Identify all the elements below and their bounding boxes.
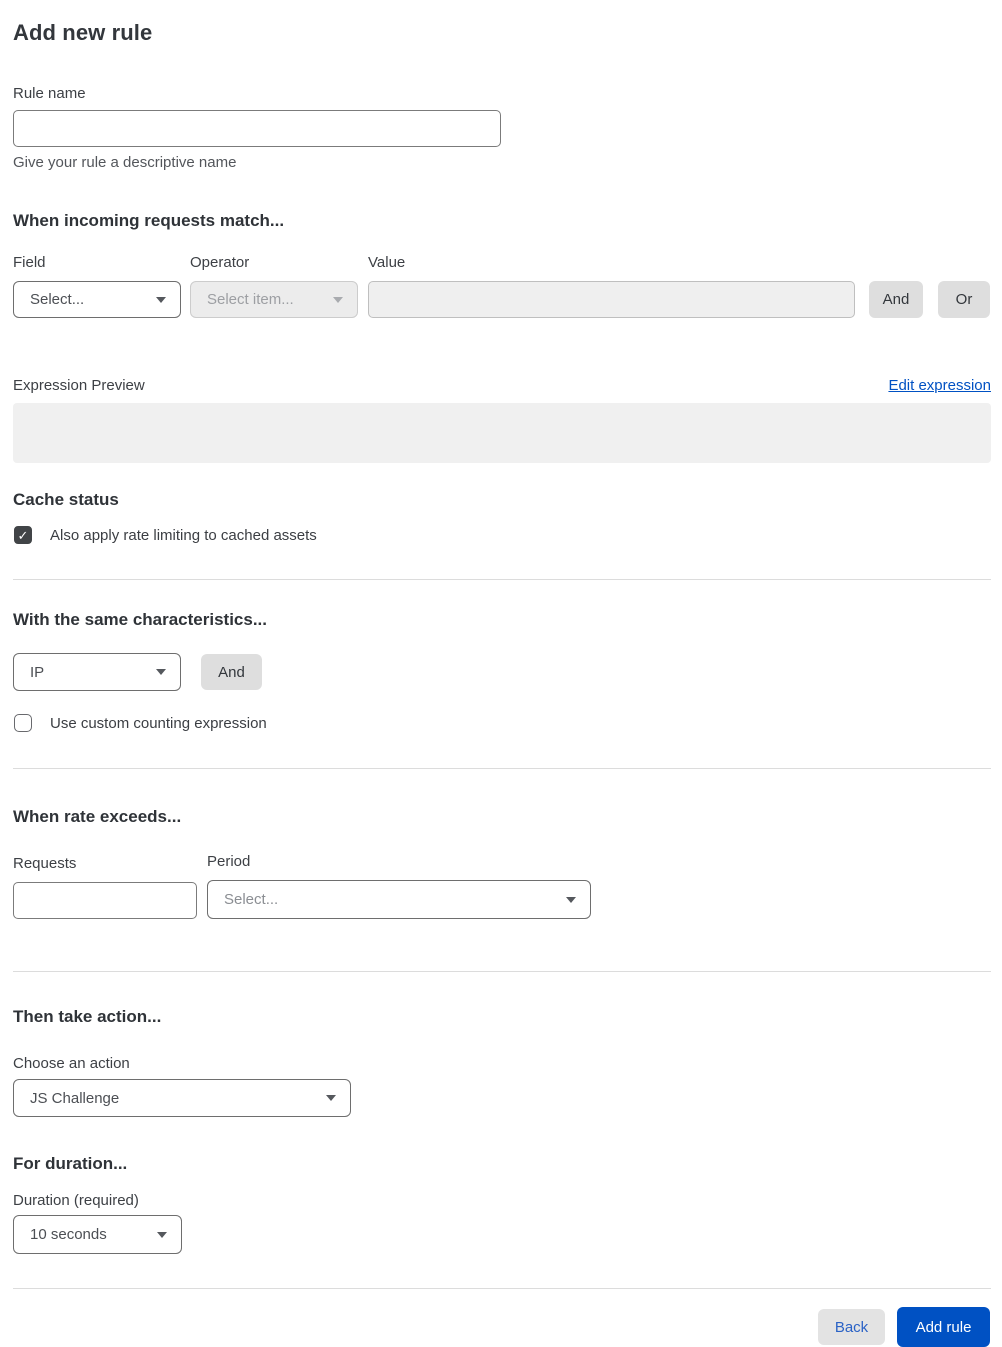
field-select-value: Select... (30, 291, 85, 308)
expression-preview-label: Expression Preview (13, 377, 145, 394)
operator-label: Operator (190, 254, 250, 271)
add-rule-button[interactable]: Add rule (897, 1307, 990, 1347)
duration-heading: For duration... (13, 1154, 128, 1173)
cached-assets-checkbox[interactable]: ✓ (14, 526, 32, 544)
duration-label: Duration (required) (13, 1192, 139, 1209)
requests-input[interactable] (13, 882, 197, 919)
chevron-down-icon (156, 296, 166, 303)
value-label: Value (368, 254, 406, 271)
section-divider (13, 579, 991, 580)
rule-name-label: Rule name (13, 85, 86, 102)
chevron-down-icon (333, 296, 343, 303)
operator-select-value: Select item... (207, 291, 294, 308)
field-select[interactable]: Select... (13, 281, 181, 318)
page-title: Add new rule (13, 20, 153, 45)
rate-heading: When rate exceeds... (13, 807, 182, 826)
edit-expression-link[interactable]: Edit expression (888, 377, 991, 394)
chevron-down-icon (156, 669, 166, 675)
counting-expression-row: Use custom counting expression (13, 714, 991, 732)
chevron-down-icon (157, 1231, 167, 1238)
rule-name-input[interactable] (13, 110, 501, 147)
custom-counting-checkbox[interactable] (14, 714, 32, 732)
characteristics-row: IP And (13, 653, 991, 691)
rule-name-helper: Give your rule a descriptive name (13, 154, 237, 171)
action-select[interactable]: JS Challenge (13, 1079, 351, 1117)
characteristic-select-value: IP (30, 663, 45, 681)
requests-label: Requests (13, 855, 77, 872)
operator-select: Select item... (190, 281, 358, 318)
section-divider (13, 768, 991, 769)
footer-divider (13, 1288, 991, 1289)
chevron-down-icon (566, 896, 576, 903)
cache-checkbox-row: ✓ Also apply rate limiting to cached ass… (13, 526, 991, 544)
choose-action-label: Choose an action (13, 1055, 130, 1072)
characteristics-heading: With the same characteristics... (13, 610, 268, 629)
add-characteristic-button[interactable]: And (201, 654, 262, 690)
expression-preview-box (13, 403, 991, 463)
custom-counting-checkbox-label: Use custom counting expression (50, 714, 267, 732)
cached-assets-checkbox-label: Also apply rate limiting to cached asset… (50, 526, 317, 544)
match-builder-row: Field Select... Operator Select item... … (13, 254, 991, 318)
field-label: Field (13, 254, 46, 271)
characteristic-select[interactable]: IP (13, 653, 181, 691)
add-rule-form: Add new rule Rule name Give your rule a … (0, 0, 1002, 1347)
value-input (368, 281, 855, 318)
footer-actions: Back Add rule (13, 1307, 991, 1347)
period-select[interactable]: Select... (207, 880, 591, 919)
duration-select[interactable]: 10 seconds (13, 1215, 182, 1254)
chevron-down-icon (326, 1095, 336, 1101)
cache-status-heading: Cache status (13, 490, 119, 509)
match-section-heading: When incoming requests match... (13, 211, 285, 230)
period-label: Period (207, 853, 251, 870)
duration-select-value: 10 seconds (30, 1226, 107, 1243)
and-condition-button[interactable]: And (869, 281, 923, 318)
action-select-value: JS Challenge (30, 1089, 120, 1107)
or-condition-button[interactable]: Or (938, 281, 990, 318)
section-divider (13, 971, 991, 972)
expression-preview-header: Expression Preview Edit expression (13, 377, 991, 394)
action-heading: Then take action... (13, 1007, 162, 1026)
period-select-value: Select... (224, 891, 279, 908)
rate-row: Requests Period Select... (13, 853, 991, 919)
